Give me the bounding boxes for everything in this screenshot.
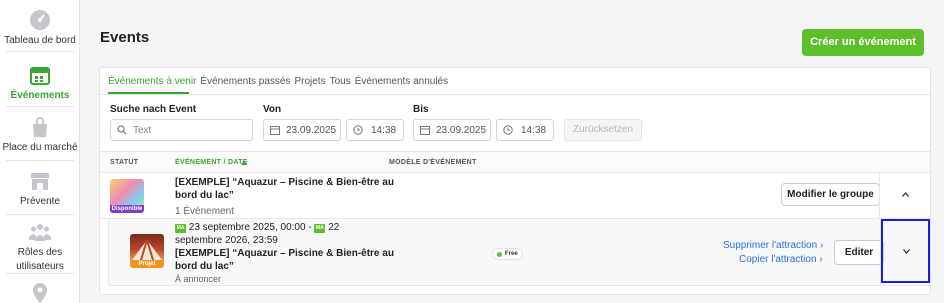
event-group-thumbnail: Disponible [110,179,144,213]
calendar-icon [30,67,50,85]
chevron-up-icon [902,192,909,197]
delete-attraction-link[interactable]: Supprimer l'attraction › [723,240,823,251]
sidebar: Tableau de bord Événements Place du marc… [0,0,80,303]
sidebar-item-user-roles[interactable]: Rôles des utilisateurs [0,221,80,272]
model-badge-label: Free [505,251,518,257]
clock-icon [503,125,513,135]
collapse-toggle[interactable] [879,173,930,219]
tag-ma-start: MA [175,224,186,233]
shopping-bag-icon [33,117,47,137]
column-event-model[interactable]: MODÈLE D'ÉVÉNEMENT [389,159,477,166]
status-badge: Projet [130,260,164,268]
sidebar-item-location[interactable] [0,282,80,303]
sidebar-item-marketplace[interactable]: Place du marché [0,116,80,153]
from-time-value: 14:38 [371,124,397,136]
search-input[interactable]: Text [110,119,253,141]
create-event-button[interactable]: Créer un événement [802,29,924,56]
to-time-value: 14:38 [521,124,547,136]
tabs-divider [100,94,930,95]
copy-attraction-link[interactable]: Copier l'attraction › [739,254,823,265]
event-thumbnail: Projet [130,234,164,268]
date-start: 23 septembre 2025, 00:00 - [188,222,312,233]
sidebar-item-dashboard[interactable]: Tableau de bord [0,9,80,46]
column-event-date[interactable]: ÉVÉNEMENT / DATE [175,159,248,166]
tab-upcoming[interactable]: Événements à venir [108,76,196,92]
tag-ma-end: MA [314,224,326,233]
focus-highlight [881,219,930,283]
calendar-icon [270,126,280,135]
page-title: Events [100,29,150,46]
column-status[interactable]: STATUT [110,159,138,166]
table-row: Projet MA 23 septembre 2025, 00:00 - MA … [108,219,930,286]
sidebar-item-events[interactable]: Événements [0,64,80,101]
sidebar-item-label-line2: utilisateurs [16,261,64,272]
tab-all[interactable]: Tous [330,76,351,92]
search-label: Suche nach Event [110,104,197,115]
reset-button[interactable]: Zurücksetzen [564,119,642,141]
event-title[interactable]: [EXEMPLE] “Aquazur – Piscine & Bien-être… [175,247,394,273]
tab-cancelled[interactable]: Événements annulés [355,76,448,92]
sidebar-item-label: Tableau de bord [4,35,76,46]
status-badge: Disponible [110,205,144,213]
from-label: Von [263,104,282,115]
from-date-value: 23.09.2025 [286,124,337,136]
map-pin-icon [33,283,47,303]
sort-asc-icon[interactable] [241,160,247,165]
event-count: 1 Événement [175,206,234,217]
store-icon [31,173,49,190]
from-date-input[interactable]: 23.09.2025 [263,119,341,141]
event-tabs: Événements à venir Événements passés Pro… [108,76,452,92]
sidebar-item-label-line1: Rôles des [17,247,63,258]
to-label: Bis [413,104,429,115]
free-dot-icon [497,251,502,257]
search-icon [117,125,127,135]
event-group-title-line1: [EXEMPLE] “Aquazur – Piscine & Bien-être… [175,177,394,188]
to-date-value: 23.09.2025 [436,124,487,136]
search-placeholder: Text [133,124,152,136]
edit-button[interactable]: Editer [834,240,884,265]
tab-past[interactable]: Événements passés [200,76,290,92]
sidebar-item-label: Place du marché [2,142,78,153]
table-header: STATUT ÉVÉNEMENT / DATE MODÈLE D'ÉVÉNEME… [100,151,930,173]
table-row: Disponible [EXEMPLE] “Aquazur – Piscine … [100,173,930,219]
to-date-input[interactable]: 23.09.2025 [413,119,491,141]
model-badge: Free [492,248,523,260]
tab-projects[interactable]: Projets [294,76,325,92]
sidebar-item-label: Événements [10,90,70,101]
modify-group-button[interactable]: Modifier le groupe [781,183,880,206]
event-title-line2: bord du lac” [175,261,234,272]
date-end-day: 22 [328,222,340,233]
calendar-icon [420,126,430,135]
to-time-input[interactable]: 14:38 [496,119,554,141]
from-time-input[interactable]: 14:38 [346,119,404,141]
clock-icon [353,125,363,135]
event-group-title-line2: bord du lac” [175,190,234,201]
users-icon [29,224,51,241]
event-title-line1: [EXEMPLE] “Aquazur – Piscine & Bien-être… [175,248,394,259]
event-date-range: MA 23 septembre 2025, 00:00 - MA 22 sept… [175,221,339,247]
events-card: Événements à venir Événements passés Pro… [99,67,931,295]
event-group-title[interactable]: [EXEMPLE] “Aquazur – Piscine & Bien-être… [175,176,394,202]
event-status: À annoncer [175,274,222,284]
date-end-rest: septembre 2026, 23:59 [175,235,278,246]
sidebar-item-label: Prévente [19,196,61,207]
dashboard-icon [30,10,50,30]
sidebar-item-presale[interactable]: Prévente [0,170,80,207]
